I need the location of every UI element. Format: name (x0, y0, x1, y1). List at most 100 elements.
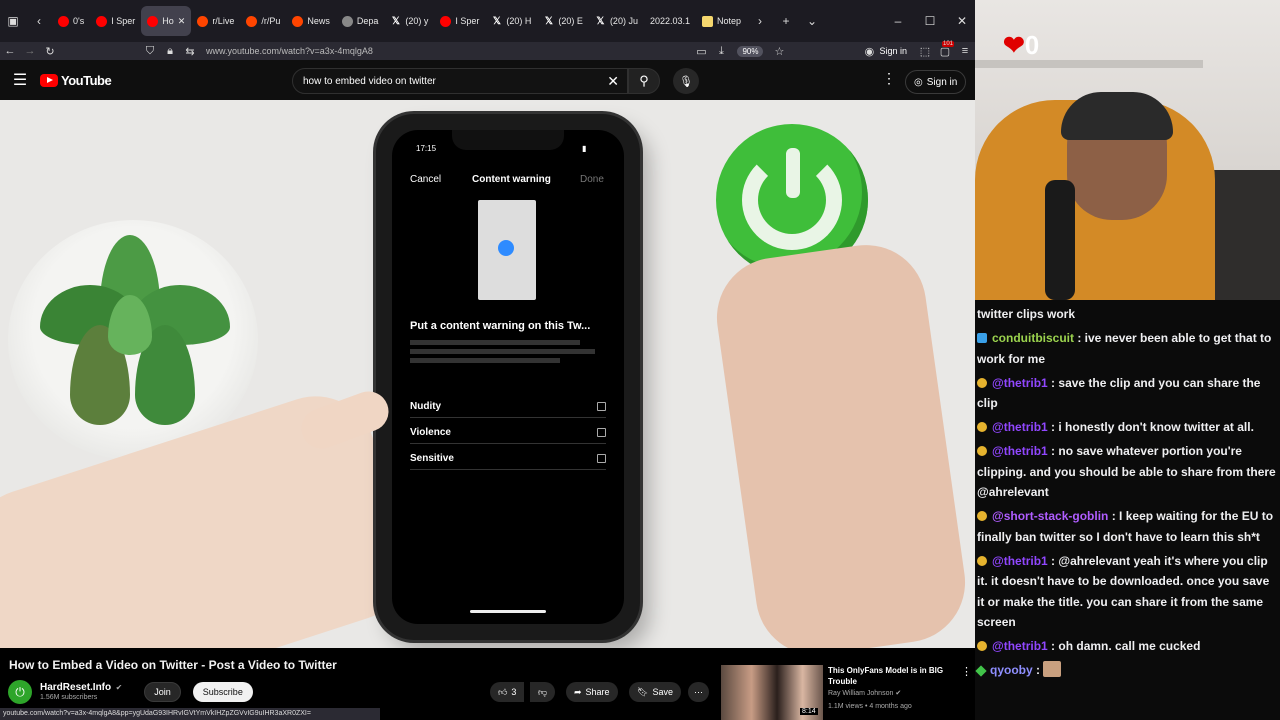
subscribe-button[interactable]: Subscribe (192, 682, 253, 702)
search-button[interactable]: ⚲ (628, 68, 660, 94)
like-button[interactable]: 👍︎ 3 (490, 682, 525, 702)
phone-battery-icon: ▮ (582, 144, 587, 153)
browser-tab[interactable]: /r/Pu (240, 6, 286, 36)
chat-username[interactable]: @thetrib1 (992, 376, 1048, 390)
close-window-icon[interactable]: ✕ (949, 8, 975, 34)
youtube-sign-in-button[interactable]: ◎ Sign in (905, 70, 967, 94)
reload-icon[interactable]: ↻ (40, 45, 60, 58)
chat-text: oh damn. call me cucked (1058, 639, 1201, 653)
browser-tab-label: News (307, 16, 330, 26)
voice-search-mic-icon[interactable]: 🎙︎ (673, 68, 699, 94)
browser-tab-label: /r/Pu (261, 16, 281, 26)
thumbs-up-icon: 👍︎ (498, 686, 508, 697)
account-icon[interactable]: ◉ (859, 45, 879, 58)
browser-tab[interactable]: 𝕏 (20) y (384, 6, 434, 36)
browser-nav-bar: ← → ↻ ⛉ 🔒︎ ⇆ www.youtube.com/watch?v=a3x… (0, 40, 975, 60)
chat-message: qyooby : (975, 660, 1276, 681)
permissions-icon[interactable]: ⇆ (180, 45, 200, 58)
chat-emote-icon (1043, 661, 1062, 677)
settings-more-icon[interactable]: ⋮ (882, 70, 896, 87)
browser-tab[interactable]: Ho ✕ (141, 6, 192, 36)
browser-tab-label: 2022.03.1 (649, 16, 690, 26)
generic-favicon-icon (341, 15, 353, 27)
chat-username[interactable]: conduitbiscuit (992, 331, 1074, 345)
picture-in-picture-icon[interactable]: ▭ (691, 45, 711, 58)
minimize-icon[interactable]: – (885, 8, 911, 34)
x-favicon-icon: 𝕏 (492, 15, 501, 27)
clear-search-icon[interactable]: ✕ (607, 73, 619, 90)
browser-tab-bar: ▣ ‹ 0's I Sper Ho ✕ r/Live/r/Pu News Depa 𝕏 (20)… (0, 0, 975, 42)
lock-icon[interactable]: 🔒︎ (160, 45, 180, 58)
dislike-button[interactable]: 👎︎ (530, 682, 556, 702)
save-button[interactable]: 🔖︎ Save (629, 682, 681, 702)
recommended-video[interactable]: 8:14 This OnlyFans Model is in BIG Troub… (721, 665, 976, 720)
phone-option-violence: Violence (410, 422, 606, 444)
tab-list-chevron-icon[interactable]: ⌄ (799, 8, 825, 34)
chat-message: conduitbiscuit : ive never been able to … (977, 328, 1276, 369)
tab-overview-icon[interactable]: ▣ (0, 8, 26, 34)
shield-icon[interactable]: ⛉ (140, 45, 160, 58)
browser-tab[interactable]: Notep (696, 6, 747, 36)
browser-tab-label: Depa (356, 16, 379, 26)
browser-tab[interactable]: I Sper (90, 6, 141, 36)
browser-tab[interactable]: News (286, 6, 336, 36)
tab-scroll-right-icon[interactable]: › (747, 8, 773, 34)
chat-message: @thetrib1 : i honestly don't know twitte… (977, 417, 1276, 438)
maximize-icon[interactable]: ☐ (917, 8, 943, 34)
search-query: how to embed video on twitter (303, 75, 436, 87)
back-icon[interactable]: ← (0, 45, 20, 57)
join-button[interactable]: Join (144, 682, 181, 702)
youtube-logo[interactable]: YouTube (40, 73, 112, 88)
share-button[interactable]: ➦ Share (566, 682, 618, 702)
browser-tab[interactable]: 𝕏 (20) E (537, 6, 589, 36)
option-label: Sensitive (410, 453, 454, 464)
menu-icon[interactable]: ≡ (955, 45, 975, 57)
phone-time: 17:15 (416, 144, 437, 153)
browser-sign-in[interactable]: Sign in (879, 46, 907, 56)
chat-badge-icon (977, 333, 987, 343)
checkbox-icon (597, 428, 606, 437)
recommended-more-icon[interactable]: ⋮ (961, 665, 972, 678)
new-tab-icon[interactable]: + (773, 8, 799, 34)
chat-username[interactable]: @short-stack-goblin (992, 509, 1108, 523)
close-tab-icon[interactable]: ✕ (178, 16, 186, 27)
youtube-favicon-icon (440, 15, 452, 27)
extensions-icon[interactable]: ⬚ (915, 45, 935, 58)
chat-badge-icon (975, 665, 987, 677)
download-page-icon[interactable]: ⤓ (711, 45, 731, 58)
video-title: How to Embed a Video on Twitter - Post a… (9, 658, 337, 672)
chat-username[interactable]: @thetrib1 (992, 554, 1048, 568)
browser-tab[interactable]: 0's (52, 6, 90, 36)
tab-scroll-left-icon[interactable]: ‹ (26, 8, 52, 34)
browser-tab[interactable]: I Sper (434, 6, 485, 36)
zoom-level[interactable]: 90% (737, 45, 764, 57)
forward-icon[interactable]: → (20, 45, 40, 57)
phone-done: Done (580, 174, 604, 185)
browser-tab[interactable]: 𝕏 (20) Ju (589, 6, 644, 36)
chat-username[interactable]: @thetrib1 (992, 639, 1048, 653)
more-actions-icon[interactable]: ⋯ (688, 682, 709, 702)
chat-separator: : (1047, 639, 1059, 653)
hamburger-menu-icon[interactable]: ☰ (0, 70, 40, 90)
x-favicon-icon: 𝕏 (596, 15, 605, 27)
chat-username[interactable]: @thetrib1 (992, 420, 1048, 434)
recommended-title[interactable]: This OnlyFans Model is in BIG Trouble (828, 665, 958, 687)
chat-message: twitter clips work (977, 304, 1276, 325)
bookmark-star-icon[interactable]: ☆ (769, 45, 789, 58)
video-player[interactable]: 17:15 ▮ Cancel Content warning Done Put … (0, 100, 975, 648)
chat-username[interactable]: qyooby (990, 663, 1033, 677)
user-circle-icon: ◎ (914, 76, 923, 88)
reddit-favicon-icon (292, 15, 304, 27)
address-bar[interactable]: www.youtube.com/watch?v=a3x-4mqlgA8 (206, 46, 691, 56)
channel-name[interactable]: HardReset.Info (40, 682, 111, 693)
channel-avatar[interactable]: ⏻ (8, 680, 32, 704)
browser-tab[interactable]: r/Live (191, 6, 240, 36)
search-input[interactable]: how to embed video on twitter ✕ (292, 68, 628, 94)
browser-tab[interactable]: Depa (336, 6, 385, 36)
browser-tab[interactable]: 2022.03.1 (644, 6, 696, 36)
extension-badge-icon[interactable]: ▢ 101 (935, 40, 955, 58)
share-label: Share (585, 687, 610, 697)
extension-badge-count: 101 (942, 40, 955, 47)
browser-tab[interactable]: 𝕏 (20) H (485, 6, 537, 36)
chat-username[interactable]: @thetrib1 (992, 444, 1048, 458)
